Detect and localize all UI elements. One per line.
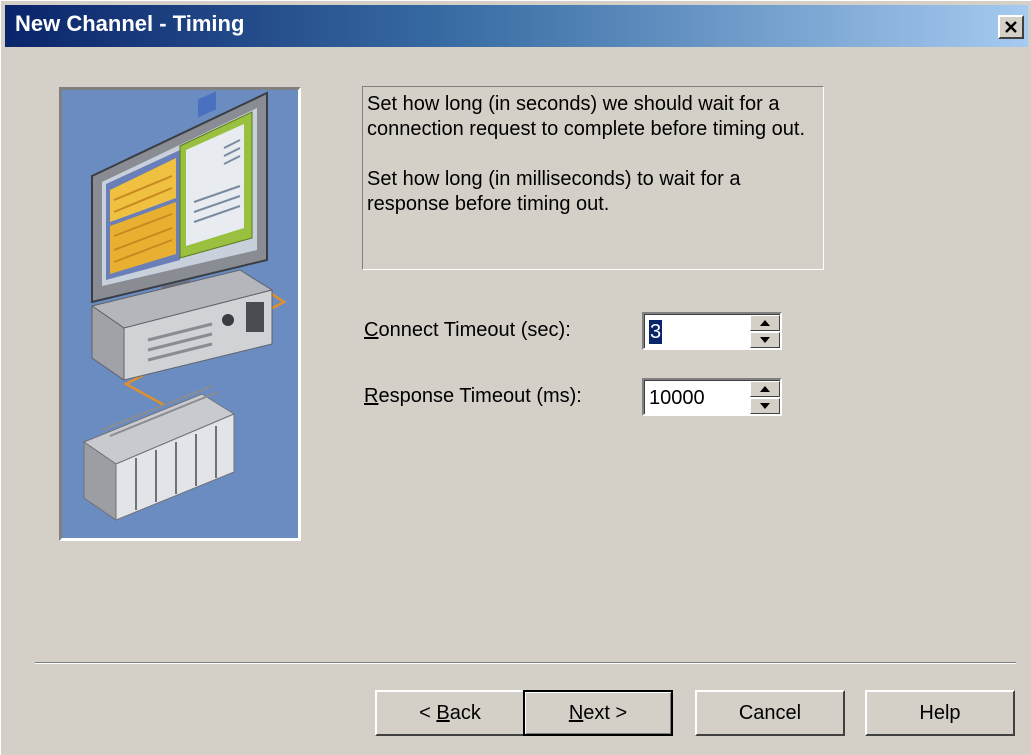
description-connect: Set how long (in seconds) we should wait… — [367, 93, 806, 140]
arrow-down-icon — [760, 337, 770, 343]
connect-timeout-access-key: C — [364, 319, 379, 341]
response-timeout-increment-button[interactable] — [750, 381, 780, 397]
connect-timeout-decrement-button[interactable] — [750, 332, 780, 348]
cancel-button-label: Cancel — [738, 701, 802, 724]
description-panel: Set how long (in seconds) we should wait… — [362, 86, 824, 270]
arrow-down-icon — [760, 403, 770, 409]
response-timeout-label: Response Timeout (ms): — [364, 385, 582, 408]
help-button-label: Help — [919, 701, 961, 724]
description-response: Set how long (in milliseconds) to wait f… — [367, 168, 741, 215]
computer-plc-illustration — [62, 90, 298, 538]
response-timeout-label-text: esponse Timeout (ms): — [378, 385, 582, 407]
back-button[interactable]: < Back — [375, 690, 525, 736]
next-button[interactable]: Next > — [523, 690, 673, 736]
close-button[interactable] — [998, 15, 1024, 39]
connect-timeout-input[interactable]: 3 — [649, 320, 663, 344]
back-button-label: ack — [449, 701, 481, 724]
next-button-access-key: N — [568, 701, 584, 724]
response-timeout-decrement-button[interactable] — [750, 398, 780, 414]
arrow-up-icon — [760, 386, 770, 392]
next-button-label: ext > — [583, 701, 628, 724]
connect-timeout-label-text: onnect Timeout (sec): — [378, 319, 571, 341]
back-button-prefix: < — [419, 701, 437, 724]
cancel-button[interactable]: Cancel — [695, 690, 845, 736]
window-title: New Channel - Timing — [15, 11, 245, 36]
response-timeout-input[interactable]: 10000 — [649, 386, 705, 410]
connect-timeout-increment-button[interactable] — [750, 315, 780, 331]
connect-timeout-spinner[interactable]: 3 — [642, 312, 782, 350]
response-timeout-spinner[interactable]: 10000 — [642, 378, 782, 416]
response-timeout-access-key: R — [364, 385, 379, 407]
title-bar[interactable]: New Channel - Timing — [5, 5, 1028, 47]
arrow-up-icon — [760, 320, 770, 326]
dialog-window: New Channel - Timing Set how long (in se… — [0, 0, 1031, 755]
close-icon — [1005, 20, 1017, 33]
connect-timeout-label: Connect Timeout (sec): — [364, 319, 571, 342]
button-separator — [35, 662, 1016, 664]
help-button[interactable]: Help — [865, 690, 1015, 736]
back-button-access-key: B — [436, 701, 450, 724]
wizard-illustration — [59, 87, 301, 541]
